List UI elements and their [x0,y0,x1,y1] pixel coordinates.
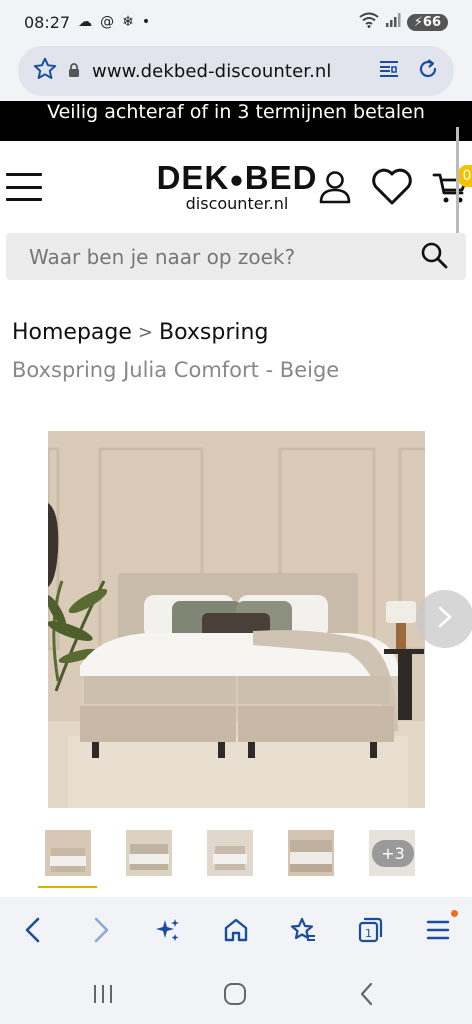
image-thumbnails: +3 [0,830,472,890]
breadcrumb-category-link[interactable]: Boxspring [159,320,268,345]
product-main-image[interactable] [46,431,432,808]
search-input[interactable] [29,244,420,269]
reload-icon[interactable] [416,57,440,85]
more-images-badge[interactable]: +3 [372,840,414,867]
menu-notification-dot [451,910,458,917]
breadcrumb: Homepage > Boxspring [12,320,268,345]
battery-indicator: ⚡66 [406,13,448,31]
back-icon[interactable] [16,913,50,947]
product-title: Boxspring Julia Comfort - Beige [12,358,340,382]
url-text: www.dekbed-discounter.nl [92,60,332,82]
site-logo[interactable]: DEK●BED discounter.nl [154,161,320,213]
account-icon[interactable] [318,169,352,209]
favorite-star-icon[interactable] [32,56,58,86]
chevron-right-icon [436,605,454,633]
wifi-icon [359,12,379,32]
reader-mode-icon[interactable] [378,58,400,84]
status-bar: 08:27 ☁ @ ❄ • ⚡66 [0,0,472,44]
hamburger-menu-icon[interactable] [6,173,42,201]
cloud-icon: ☁ [78,14,93,30]
menu-icon[interactable] [421,913,455,947]
search-bar [6,233,466,280]
lock-icon [68,62,80,81]
browser-url-area: www.dekbed-discounter.nl [0,44,472,101]
dot-icon: • [141,14,151,30]
active-thumbnail-indicator [38,886,97,888]
thumbnail-1[interactable] [45,830,91,876]
cart-count-badge: 0 [458,165,472,187]
logo-wordmark: DEK●BED [156,159,318,196]
forward-icon[interactable] [84,913,118,947]
recent-apps-icon[interactable] [88,979,118,1009]
snowflake-icon: ❄ [122,14,134,30]
scrollbar[interactable] [456,127,459,235]
home-button-icon[interactable] [220,979,250,1009]
tabs-icon[interactable]: 1 [353,913,387,947]
browser-toolbar: 1 [0,897,472,963]
promo-text: Veilig achteraf of in 3 termijnen betale… [47,101,425,123]
tabs-count: 1 [365,927,372,940]
sparkle-icon[interactable] [151,913,185,947]
favorites-icon[interactable] [286,913,320,947]
thumbnail-4[interactable] [288,830,334,876]
wishlist-heart-icon[interactable] [370,167,414,211]
home-icon[interactable] [219,913,253,947]
address-bar[interactable]: www.dekbed-discounter.nl [18,46,454,96]
signal-icon [385,12,401,32]
system-back-icon[interactable] [352,979,382,1009]
logo-subtitle: discounter.nl [185,194,289,214]
breadcrumb-separator: > [137,322,154,343]
promo-banner: Veilig achteraf of in 3 termijnen betale… [0,101,472,141]
thumbnail-3[interactable] [207,830,253,876]
search-icon[interactable] [420,241,448,273]
site-header: DEK●BED discounter.nl 0 [0,127,472,235]
image-next-button[interactable] [416,590,472,648]
thumbnail-2[interactable] [126,830,172,876]
breadcrumb-home-link[interactable]: Homepage [12,320,132,345]
status-time: 08:27 [24,12,71,32]
threads-icon: @ [100,14,115,30]
system-navigation-bar [0,963,472,1024]
